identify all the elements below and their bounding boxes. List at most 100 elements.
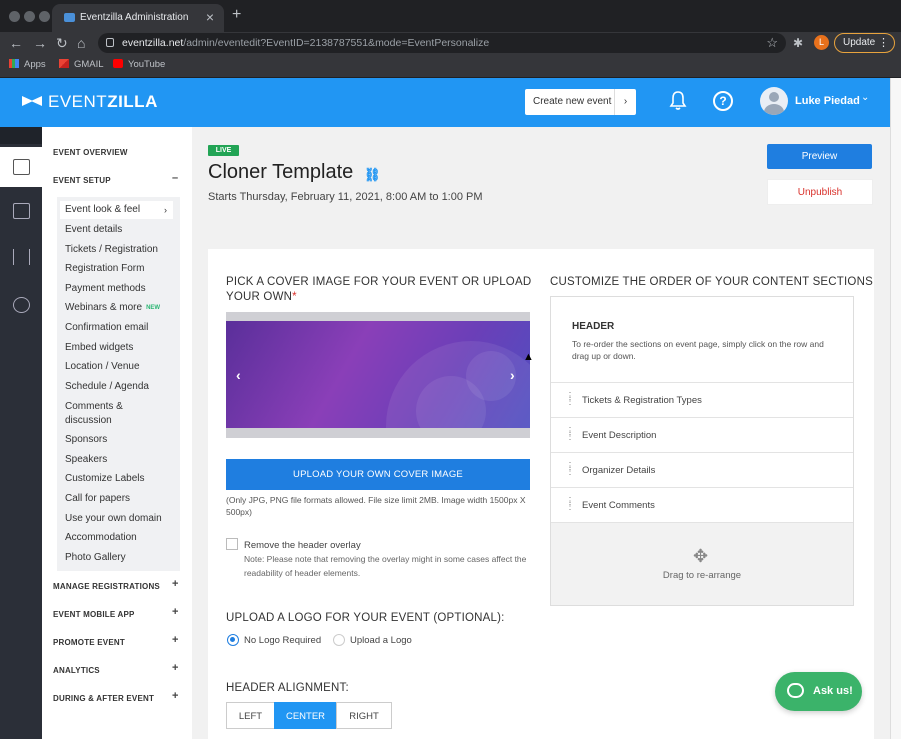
home-icon[interactable]: ⌂ <box>77 35 85 51</box>
sidebar-item-event-details[interactable]: Event details <box>65 223 122 236</box>
sidebar-during-after-event[interactable]: DURING & AFTER EVENT <box>53 694 154 703</box>
profile-avatar[interactable]: L <box>814 35 829 50</box>
notifications-bell-icon[interactable] <box>669 91 687 111</box>
link-icon[interactable]: ⛓ <box>364 167 381 182</box>
sidebar-item-comments-line2[interactable]: discussion <box>65 414 112 427</box>
update-label: Update <box>843 37 876 48</box>
window-zoom-control[interactable] <box>39 11 50 22</box>
cover-image-carousel[interactable]: ‹ › <box>226 312 530 438</box>
align-center-button[interactable]: CENTER <box>274 702 337 729</box>
rail-top-strip <box>0 127 42 144</box>
bookmark-gmail[interactable]: GMAIL <box>59 59 104 70</box>
rail-event-calendar[interactable] <box>0 147 42 187</box>
rail-tools[interactable] <box>0 237 42 277</box>
expand-plus-icon[interactable]: + <box>172 606 178 618</box>
new-tab-plus-icon[interactable]: + <box>232 6 241 24</box>
create-new-event-label: Create new event <box>533 96 612 107</box>
upload-logo-radio[interactable] <box>333 634 345 646</box>
user-name[interactable]: Luke Piedad <box>795 95 860 107</box>
sidebar-manage-registrations[interactable]: MANAGE REGISTRATIONS <box>53 582 160 591</box>
align-left-button[interactable]: LEFT <box>226 702 275 729</box>
drag-handle-icon[interactable]: ⋮ ⋮ <box>565 427 575 442</box>
ask-us-chat-button[interactable]: Ask us! <box>775 672 862 711</box>
lock-icon <box>106 38 114 47</box>
sidebar-item-location-venue[interactable]: Location / Venue <box>65 360 140 373</box>
drag-drop-zone[interactable]: ✥ Drag to re-arrange <box>551 522 853 605</box>
expand-plus-icon[interactable]: + <box>172 662 178 674</box>
remove-overlay-label[interactable]: Remove the header overlay <box>244 540 361 551</box>
url-text[interactable]: eventzilla.net/admin/eventedit?EventID=2… <box>122 37 489 49</box>
order-row-comments[interactable]: ⋮ ⋮ Event Comments <box>551 487 853 522</box>
order-row-organizer[interactable]: ⋮ ⋮ Organizer Details <box>551 452 853 487</box>
sidebar-item-customize-labels[interactable]: Customize Labels <box>65 472 144 485</box>
sidebar-item-photo-gallery[interactable]: Photo Gallery <box>65 551 126 564</box>
order-row-tickets[interactable]: ⋮ ⋮ Tickets & Registration Types <box>551 382 853 417</box>
unpublish-button[interactable]: Unpublish <box>767 179 873 205</box>
browser-menu-dots-icon[interactable]: ⋮ <box>878 34 889 52</box>
remove-overlay-checkbox[interactable] <box>226 538 238 550</box>
sidebar-item-confirmation-email[interactable]: Confirmation email <box>65 321 148 334</box>
icon-rail <box>0 127 42 739</box>
forward-arrow-icon[interactable]: → <box>33 35 47 51</box>
window-close-control[interactable] <box>9 11 20 22</box>
sidebar-item-sponsors[interactable]: Sponsors <box>65 433 107 446</box>
help-question-icon[interactable]: ? <box>713 91 733 111</box>
sidebar-analytics[interactable]: ANALYTICS <box>53 666 100 675</box>
sidebar-item-speakers[interactable]: Speakers <box>65 453 107 466</box>
browser-tab-active[interactable]: Eventzilla Administration × <box>52 4 224 32</box>
sidebar-item-embed-widgets[interactable]: Embed widgets <box>65 341 133 354</box>
user-avatar[interactable] <box>760 87 788 115</box>
sidebar-promote-event[interactable]: PROMOTE EVENT <box>53 638 125 647</box>
sidebar-event-mobile-app[interactable]: EVENT MOBILE APP <box>53 610 135 619</box>
sidebar-item-schedule-agenda[interactable]: Schedule / Agenda <box>65 380 149 393</box>
align-right-button[interactable]: RIGHT <box>336 702 392 729</box>
rail-embed[interactable] <box>0 191 42 231</box>
sidebar-event-overview[interactable]: EVENT OVERVIEW <box>53 148 128 157</box>
collapse-minus-icon[interactable]: – <box>172 172 178 184</box>
no-logo-radio[interactable] <box>227 634 239 646</box>
upload-logo-label[interactable]: Upload a Logo <box>350 635 412 646</box>
page-scrollbar[interactable] <box>890 78 901 739</box>
drag-handle-icon[interactable]: ⋮ ⋮ <box>565 497 575 512</box>
eventzilla-logo[interactable]: EVENTZILLA <box>22 92 158 112</box>
address-bar[interactable]: eventzilla.net/admin/eventedit?EventID=2… <box>98 33 786 53</box>
mouse-cursor-icon: ▲ <box>523 351 534 363</box>
back-arrow-icon[interactable]: ← <box>9 35 23 51</box>
sidebar-item-event-look-feel[interactable]: Event look & feel › <box>60 201 173 219</box>
update-button[interactable]: Update ⋮ <box>834 33 895 53</box>
order-row-description[interactable]: ⋮ ⋮ Event Description <box>551 417 853 452</box>
sidebar-item-payment-methods[interactable]: Payment methods <box>65 282 146 295</box>
chevron-right-icon: › <box>614 89 636 115</box>
bookmark-apps[interactable]: Apps <box>9 59 46 70</box>
carousel-prev-chevron-left-icon[interactable]: ‹ <box>236 367 241 383</box>
drag-handle-icon[interactable]: ⋮ ⋮ <box>565 462 575 477</box>
rail-settings[interactable] <box>0 285 42 325</box>
tab-close-icon[interactable]: × <box>206 9 214 25</box>
sidebar-item-registration-form[interactable]: Registration Form <box>65 262 144 275</box>
expand-plus-icon[interactable]: + <box>172 634 178 646</box>
sidebar-item-accommodation[interactable]: Accommodation <box>65 531 137 544</box>
order-header-description: To re-order the sections on event page, … <box>572 339 824 361</box>
extensions-puzzle-icon[interactable]: ✱ <box>793 36 803 50</box>
sidebar-item-webinars[interactable]: Webinars & more NEW <box>65 301 160 315</box>
preview-button[interactable]: Preview <box>767 144 872 169</box>
sidebar-event-setup[interactable]: EVENT SETUP <box>53 176 111 185</box>
reload-icon[interactable]: ↻ <box>56 35 68 51</box>
upload-cover-image-button[interactable]: UPLOAD YOUR OWN COVER IMAGE <box>226 459 530 490</box>
sidebar-item-comments[interactable]: Comments & <box>65 400 123 413</box>
carousel-next-chevron-right-icon[interactable]: › <box>510 367 515 383</box>
no-logo-label[interactable]: No Logo Required <box>244 635 321 646</box>
code-monitor-icon <box>13 203 30 219</box>
sidebar-item-own-domain[interactable]: Use your own domain <box>65 512 162 525</box>
sidebar-item-tickets-registration[interactable]: Tickets / Registration <box>65 243 158 256</box>
expand-plus-icon[interactable]: + <box>172 690 178 702</box>
bookmark-star-icon[interactable]: ☆ <box>766 35 778 51</box>
drag-handle-icon[interactable]: ⋮ ⋮ <box>565 392 575 407</box>
user-menu-chevron-down-icon[interactable]: ⌄ <box>861 92 869 103</box>
window-minimize-control[interactable] <box>24 11 35 22</box>
create-new-event-button[interactable]: Create new event › <box>525 89 636 115</box>
bookmark-youtube[interactable]: YouTube <box>113 59 165 70</box>
expand-plus-icon[interactable]: + <box>172 578 178 590</box>
chat-bubble-icon <box>787 683 804 698</box>
sidebar-item-call-for-papers[interactable]: Call for papers <box>65 492 130 505</box>
